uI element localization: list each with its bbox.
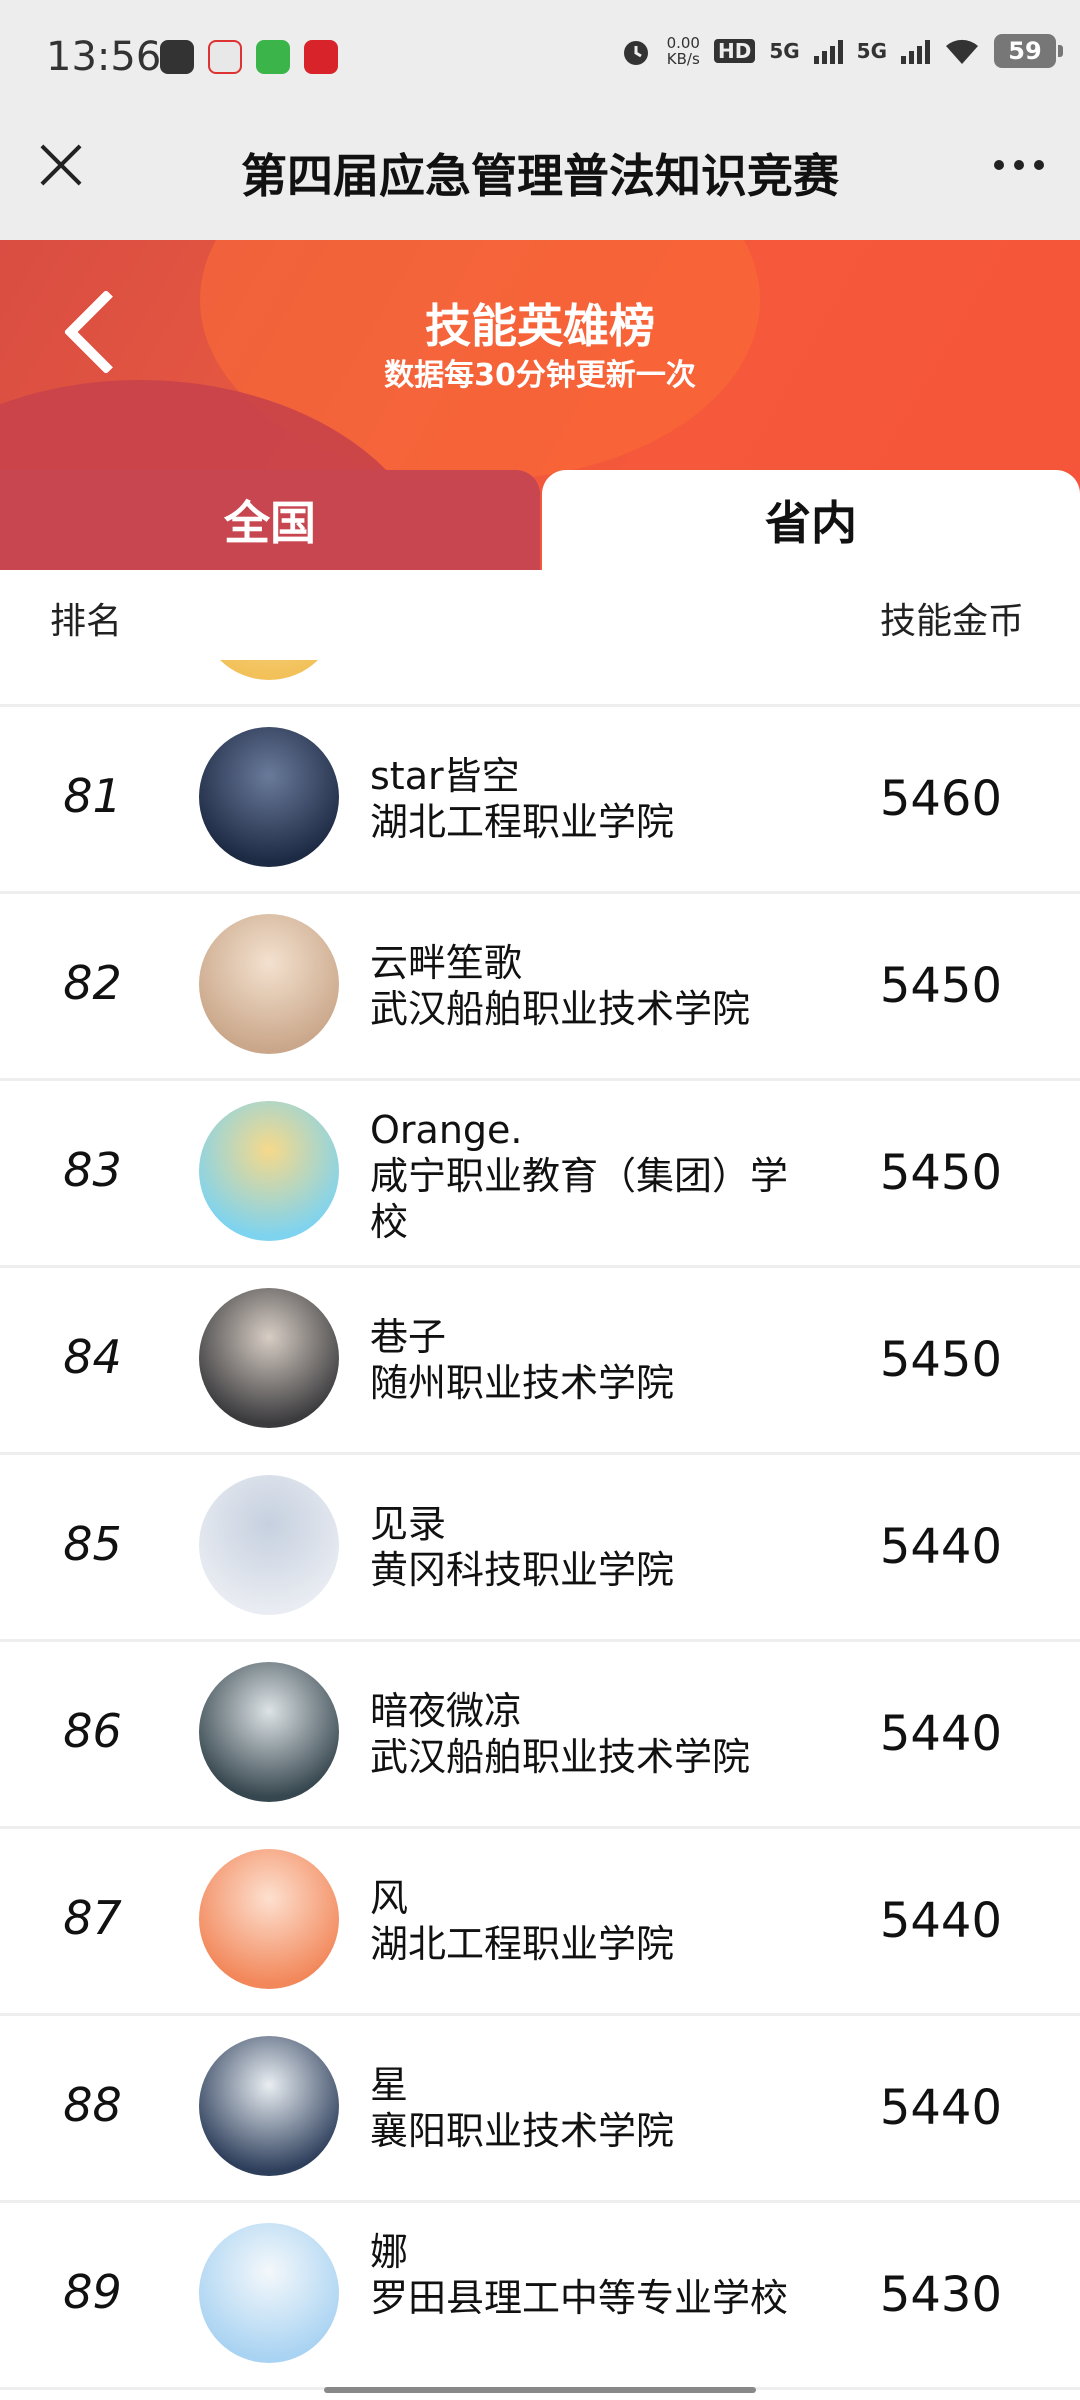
map-app-icon: [208, 40, 242, 74]
skill-coins: 5440: [879, 2080, 1002, 2136]
signal-icon: [813, 38, 843, 64]
skill-coins: 5450: [879, 958, 1002, 1014]
user-info: 云畔笙歌 武汉船舶职业技术学院: [370, 940, 790, 1032]
avatar: [199, 1101, 339, 1241]
user-name: 星: [370, 2063, 409, 2107]
news-app-icon: [304, 40, 338, 74]
user-name: 巷子: [370, 1315, 447, 1359]
skill-coins: 5460: [879, 771, 1002, 827]
avatar: [199, 914, 339, 1054]
list-item[interactable]: 89 娜罗田县理工中等专业学校 5430: [0, 2201, 1080, 2390]
user-name: 暗夜微凉: [370, 1689, 523, 1733]
hd-badge: HD: [713, 39, 756, 63]
rank-number: 81: [63, 769, 122, 823]
more-options-icon[interactable]: [994, 160, 1044, 170]
list-item[interactable]: 88 星襄阳职业技术学院 5440: [0, 2014, 1080, 2203]
signal-icon: [901, 38, 930, 64]
tab-national[interactable]: 全国: [0, 470, 540, 570]
rank-number: 82: [63, 956, 122, 1010]
skill-coins: 5430: [879, 2267, 1002, 2323]
avatar: [199, 1475, 339, 1615]
user-info: Orange. 咸宁职业教育（集团）学校: [370, 1107, 790, 1245]
avatar: [199, 1288, 339, 1428]
rank-number: 84: [63, 1330, 122, 1384]
user-name: Orange.: [370, 1108, 523, 1152]
avatar: [199, 1849, 339, 1989]
rank-number: 86: [63, 1704, 122, 1758]
alarm-icon: [623, 41, 648, 65]
list-item[interactable]: 85 见录 黄冈科技职业学院 5440: [0, 1453, 1080, 1642]
list-item[interactable]: 84 巷子 随州职业技术学院 5450: [0, 1266, 1080, 1455]
user-info: 风湖北工程职业学院: [370, 1875, 790, 1967]
school-name: 湖北工程职业学院: [370, 800, 675, 844]
status-bar: 13:56 0.00 KB/s HD 5G 5G 59: [0, 0, 1080, 118]
user-info: 巷子 随州职业技术学院: [370, 1314, 790, 1406]
avatar: [199, 2036, 339, 2176]
update-note: 数据每30分钟更新一次: [384, 358, 696, 393]
school-name: 随州职业技术学院: [370, 1361, 675, 1405]
rank-number: 87: [63, 1891, 122, 1945]
school-name: 武汉船舶职业技术学院: [370, 987, 751, 1031]
school-name: 湖北工程职业学院: [370, 1922, 675, 1966]
school-name: 咸宁职业教育（集团）学校: [370, 1154, 789, 1244]
battery-icon: 59: [994, 34, 1063, 68]
home-indicator[interactable]: [324, 2387, 756, 2393]
avatar: [199, 727, 339, 867]
school-name: 黄冈科技职业学院: [370, 1548, 675, 1592]
list-item[interactable]: 86 暗夜微凉 武汉船舶职业技术学院 5440: [0, 1640, 1080, 1829]
speed-unit: KB/s: [666, 50, 700, 68]
skill-coins: 5440: [879, 1893, 1002, 1949]
rank-number: 83: [63, 1143, 122, 1197]
notification-icons: [160, 40, 338, 74]
status-time: 13:56: [46, 34, 162, 80]
network-type-1: 5G: [769, 39, 800, 63]
user-info: 星襄阳职业技术学院: [370, 2062, 790, 2154]
skill-coins: 5440: [879, 1706, 1002, 1762]
status-indicators: 0.00 KB/s HD 5G 5G 59: [619, 34, 1063, 68]
list-item[interactable]: 82 云畔笙歌 武汉船舶职业技术学院 5450: [0, 892, 1080, 1081]
page-title: 第四届应急管理普法知识竞赛: [241, 149, 839, 203]
rank-number: 88: [63, 2078, 122, 2132]
network-speed: 0.00 KB/s: [667, 35, 700, 67]
skill-coins: 5450: [879, 1332, 1002, 1388]
user-name: 云畔笙歌: [370, 941, 523, 985]
school-name: 襄阳职业技术学院: [370, 2109, 675, 2153]
rank-number: 85: [63, 1517, 122, 1571]
user-name: star皆空: [370, 754, 520, 798]
list-item[interactable]: 80襄阳职业技术学院5470: [0, 660, 1080, 707]
avatar: [199, 660, 339, 680]
user-info: 暗夜微凉 武汉船舶职业技术学院: [370, 1688, 790, 1780]
school-name: 罗田县理工中等专业学校: [370, 2276, 789, 2320]
video-app-icon: [256, 40, 290, 74]
skill-coins: 5450: [879, 1145, 1002, 1201]
user-info: 娜罗田县理工中等专业学校: [370, 2229, 790, 2321]
user-name: 娜: [370, 2230, 409, 2274]
school-name: 武汉船舶职业技术学院: [370, 1735, 751, 1779]
list-item[interactable]: 81 star皆空 湖北工程职业学院 5460: [0, 705, 1080, 894]
tab-province[interactable]: 省内: [542, 470, 1080, 570]
avatar: [199, 2223, 339, 2363]
coins-column-header: 技能金币: [879, 601, 1024, 642]
network-type-2: 5G: [856, 39, 887, 63]
speed-value: 0.00: [666, 34, 700, 52]
wifi-icon: [946, 39, 978, 64]
ranking-list[interactable]: 80襄阳职业技术学院547081star皆空湖北工程职业学院546082云畔笙歌…: [0, 660, 1080, 2400]
rank-number: 89: [63, 2265, 122, 2319]
skill-coins: 5440: [879, 1519, 1002, 1575]
list-item[interactable]: 83 Orange. 咸宁职业教育（集团）学校 5450: [0, 1079, 1080, 1268]
user-name: 风: [370, 1876, 409, 1920]
chat-app-icon: [160, 40, 194, 74]
rank-column-header: 排名: [50, 601, 123, 642]
leaderboard-title: 技能英雄榜: [425, 299, 655, 353]
user-info: 见录 黄冈科技职业学院: [370, 1501, 790, 1593]
list-item[interactable]: 87 风湖北工程职业学院 5440: [0, 1827, 1080, 2016]
user-info: star皆空 湖北工程职业学院: [370, 753, 790, 845]
user-name: 见录: [370, 1502, 447, 1546]
avatar: [199, 1662, 339, 1802]
